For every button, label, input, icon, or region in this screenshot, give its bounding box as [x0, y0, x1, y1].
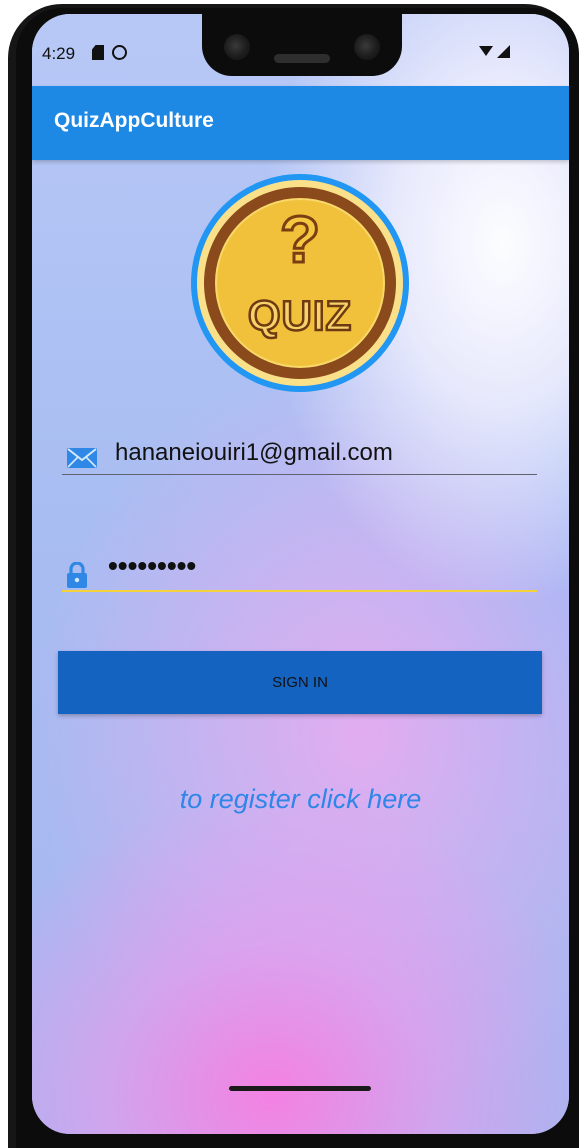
sd-card-icon: [92, 45, 104, 60]
home-indicator[interactable]: [229, 1086, 371, 1091]
camera-lens-icon: [224, 34, 250, 60]
earpiece-speaker: [274, 54, 330, 63]
camera-notch: [202, 14, 402, 76]
device: 4:29 QuizAppCulture ? QUIZ hananeiouiri1…: [0, 0, 579, 1148]
sync-icon: [112, 45, 127, 60]
logo-question-mark: ?: [280, 202, 320, 276]
register-link[interactable]: to register click here: [32, 784, 569, 815]
lock-icon: [67, 562, 87, 588]
email-field[interactable]: hananeiouiri1@gmail.com: [62, 434, 537, 475]
signal-icon: [497, 45, 510, 58]
app-title: QuizAppCulture: [54, 109, 214, 132]
status-time: 4:29: [42, 44, 76, 63]
wifi-icon: [479, 46, 493, 56]
screen: 4:29 QuizAppCulture ? QUIZ hananeiouiri1…: [32, 14, 569, 1134]
quiz-logo: ? QUIZ: [191, 174, 409, 392]
camera-lens-icon: [354, 34, 380, 60]
sign-in-button[interactable]: SIGN IN: [58, 651, 542, 714]
password-field[interactable]: •••••••••: [62, 550, 537, 592]
password-input-value: •••••••••: [108, 550, 197, 581]
email-input-value: hananeiouiri1@gmail.com: [115, 439, 393, 466]
logo-text: QUIZ: [248, 292, 352, 339]
mail-icon: [67, 448, 97, 468]
status-bar: 4:29: [32, 14, 569, 86]
app-bar: QuizAppCulture: [32, 86, 569, 160]
